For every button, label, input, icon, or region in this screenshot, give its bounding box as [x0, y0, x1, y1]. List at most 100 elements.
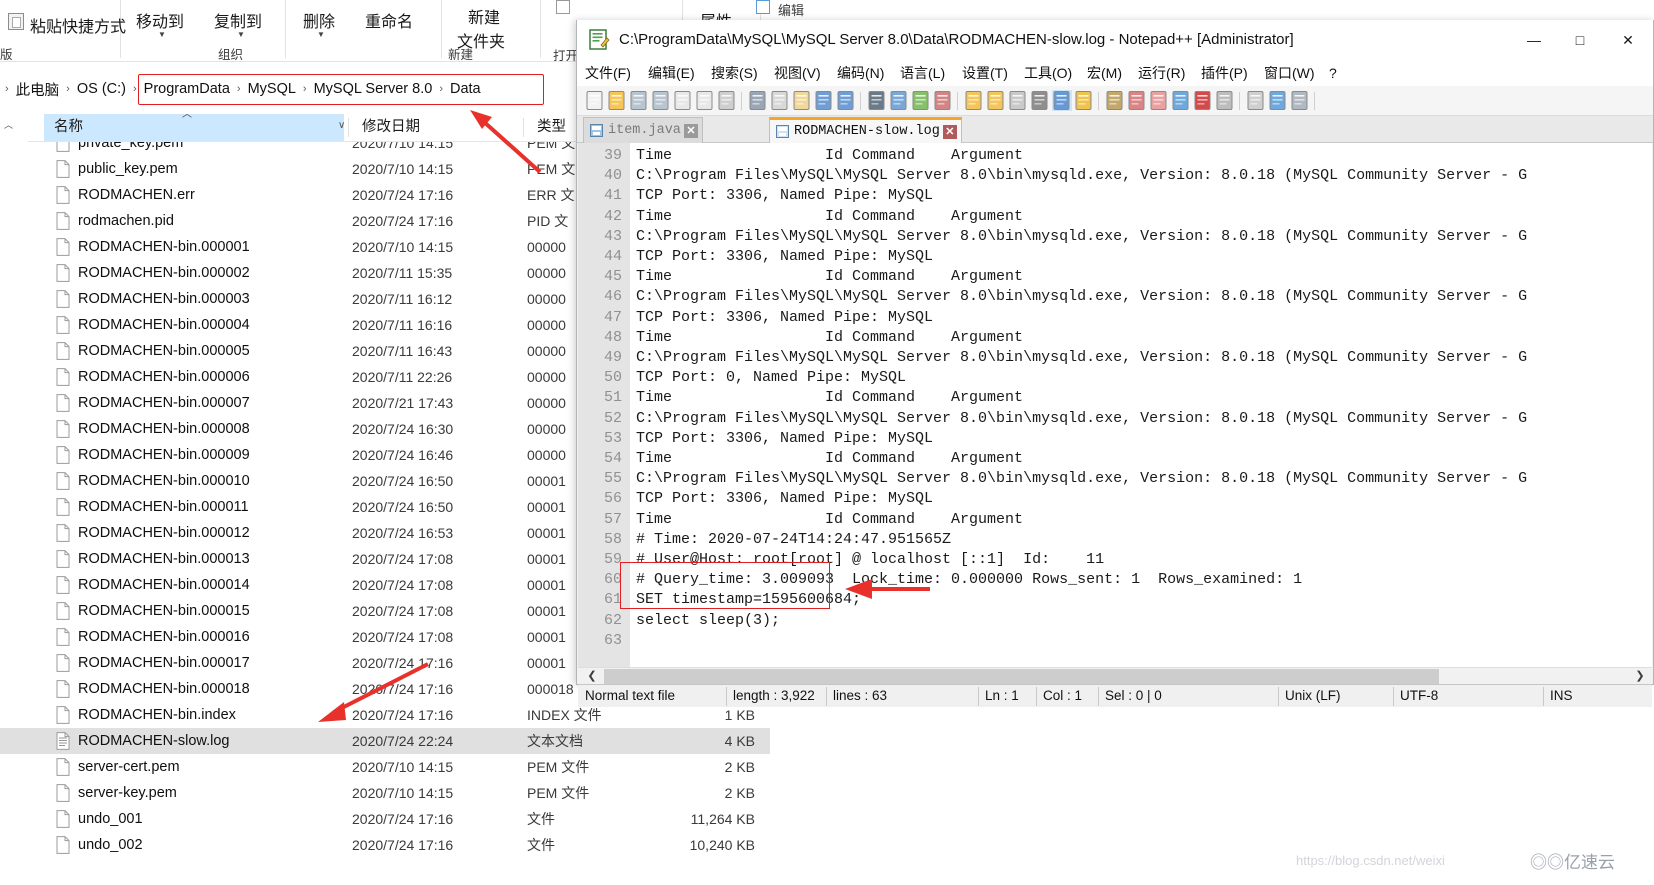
cut-icon[interactable] [748, 90, 768, 111]
close-icon[interactable]: ✕ [683, 123, 698, 138]
function-list-icon[interactable] [1127, 90, 1147, 111]
menu-item-11[interactable]: 窗口(W) [1264, 60, 1315, 86]
file-list-row[interactable]: server-key.pem 2020/7/10 14:15 PEM 文件 2 KB [0, 780, 770, 806]
user-language-icon[interactable] [1074, 90, 1094, 111]
file-date-modified: 2020/7/24 16:46 [352, 447, 454, 463]
doc-map-icon[interactable] [1105, 90, 1125, 111]
tab-rodmachen-slow-log[interactable]: RODMACHEN-slow.log ✕ [769, 117, 962, 143]
ribbon-rename[interactable]: 重命名 [365, 8, 413, 32]
zoom-out-icon[interactable] [933, 90, 953, 111]
maximize-button[interactable]: □ [1557, 20, 1603, 60]
status-field-6: Unix (LF) [1285, 688, 1341, 703]
line-number: 55 [603, 470, 622, 488]
play-macro-icon[interactable] [1246, 90, 1266, 111]
horizontal-scrollbar-thumb[interactable] [604, 669, 1439, 684]
zoom-in-icon[interactable] [911, 90, 931, 111]
show-all-chars-icon[interactable] [1030, 90, 1050, 111]
breadcrumb-item-os-c[interactable]: OS (C:) [75, 81, 128, 97]
close-all-icon[interactable] [695, 90, 715, 111]
menu-item-7[interactable]: 工具(O) [1024, 60, 1072, 86]
breadcrumb-item-mysql-server-80[interactable]: MySQL Server 8.0 [312, 81, 435, 97]
tab-item-java[interactable]: item.java ✕ [583, 117, 703, 143]
status-separator [826, 687, 827, 706]
sync-scroll-v-icon[interactable] [964, 90, 984, 111]
menu-item-9[interactable]: 运行(R) [1138, 60, 1185, 86]
column-header-date-modified[interactable]: 修改日期 [352, 114, 527, 141]
file-date-modified: 2020/7/10 14:15 [352, 759, 454, 775]
menu-item-4[interactable]: 编码(N) [837, 60, 884, 86]
line-number: 41 [603, 187, 622, 205]
file-icon [56, 498, 70, 516]
breadcrumb-item-this-pc[interactable]: 此电脑 [14, 79, 62, 100]
file-type: PEM 文件 [527, 785, 590, 801]
maximize-icon: □ [1575, 32, 1585, 48]
print-icon[interactable] [717, 90, 737, 111]
file-type: 00000 [527, 265, 566, 281]
ribbon-new-label1[interactable]: 新建 [468, 4, 500, 28]
find-icon[interactable] [867, 90, 887, 111]
undo-icon[interactable] [814, 90, 834, 111]
menu-item-6[interactable]: 设置(T) [962, 60, 1008, 86]
toolbar-separator [957, 92, 958, 110]
minimize-button[interactable]: — [1511, 20, 1557, 60]
record-macro-icon[interactable] [1193, 90, 1213, 111]
file-list-row[interactable]: server-cert.pem 2020/7/10 14:15 PEM 文件 2 KB [0, 754, 770, 780]
file-icon [56, 342, 70, 360]
breadcrumb-item-mysql[interactable]: MySQL [246, 81, 298, 97]
paste-icon[interactable] [792, 90, 812, 111]
monitor-icon[interactable] [1171, 90, 1191, 111]
save-icon[interactable] [629, 90, 649, 111]
status-field-1: length : 3,922 [733, 688, 815, 703]
file-icon [56, 654, 70, 672]
editor-horizontal-scrollbar[interactable]: ❮ ❯ [578, 667, 1652, 684]
replace-icon[interactable] [889, 90, 909, 111]
menu-item-1[interactable]: 编辑(E) [648, 60, 695, 86]
menu-item-2[interactable]: 搜索(S) [711, 60, 758, 86]
line-number: 58 [603, 530, 622, 548]
code-line: C:\Program Files\MySQL\MySQL Server 8.0\… [636, 349, 1528, 366]
indent-guide-icon[interactable] [1049, 86, 1075, 115]
menu-item-0[interactable]: 文件(F) [585, 60, 631, 86]
save-all-icon[interactable] [651, 90, 671, 111]
breadcrumb-item-programdata[interactable]: ProgramData [142, 81, 232, 97]
file-type: 文件 [527, 837, 555, 853]
stop-macro-icon[interactable] [1215, 90, 1235, 111]
menu-item-10[interactable]: 插件(P) [1201, 60, 1248, 86]
file-list-row[interactable]: undo_002 2020/7/24 17:16 文件 10,240 KB [0, 832, 770, 858]
ribbon-move-to[interactable]: 移动到 [136, 8, 184, 32]
close-icon[interactable]: ✕ [942, 124, 957, 139]
ribbon-copy-to[interactable]: 复制到 [214, 8, 262, 32]
sync-scroll-h-icon[interactable] [986, 90, 1006, 111]
chevron-up-icon[interactable]: ︿ [4, 118, 13, 131]
column-header-name[interactable]: 名称 [44, 114, 344, 141]
ribbon-edit[interactable]: 编辑 [778, 0, 804, 19]
save-macro-icon[interactable] [1290, 90, 1310, 111]
file-icon [56, 472, 70, 490]
open-file-icon[interactable] [607, 90, 627, 111]
menu-item-3[interactable]: 视图(V) [774, 60, 821, 86]
file-list-row[interactable]: undo_001 2020/7/24 17:16 文件 11,264 KB [0, 806, 770, 832]
ribbon-delete[interactable]: 删除 [303, 8, 335, 32]
notepadpp-editor[interactable]: 39 40 41 42 43 44 45 46 47 48 49 50 51 52 53 54 55 56 57 58… [578, 143, 1652, 667]
ribbon-paste-shortcut[interactable]: 粘贴快捷方式 [30, 13, 126, 37]
chevron-down-icon[interactable]: ∨ [338, 120, 345, 131]
notepadpp-app-icon [589, 29, 610, 50]
scroll-left-icon[interactable]: ❮ [582, 668, 602, 684]
scroll-right-icon[interactable]: ❯ [1630, 668, 1650, 684]
folder-as-workspace-icon[interactable] [1149, 90, 1169, 111]
word-wrap-icon[interactable] [1008, 90, 1028, 111]
close-file-icon[interactable] [673, 90, 693, 111]
file-date-modified: 2020/7/24 17:16 [352, 187, 454, 203]
redo-icon[interactable] [836, 90, 856, 111]
breadcrumb-item-data[interactable]: Data [448, 81, 483, 97]
play-multi-macro-icon[interactable] [1268, 90, 1288, 111]
checkbox-hidden-items[interactable] [556, 0, 570, 14]
copy-icon[interactable] [770, 90, 790, 111]
close-button[interactable]: ✕ [1605, 20, 1651, 60]
menu-item-5[interactable]: 语言(L) [900, 60, 945, 86]
line-number: 50 [603, 369, 622, 387]
file-list-row[interactable]: RODMACHEN-slow.log 2020/7/24 22:24 文本文档 4 K… [0, 728, 770, 754]
menu-item-8[interactable]: 宏(M) [1087, 60, 1122, 86]
menu-item-12[interactable]: ? [1329, 60, 1337, 86]
new-file-icon[interactable] [585, 90, 605, 111]
